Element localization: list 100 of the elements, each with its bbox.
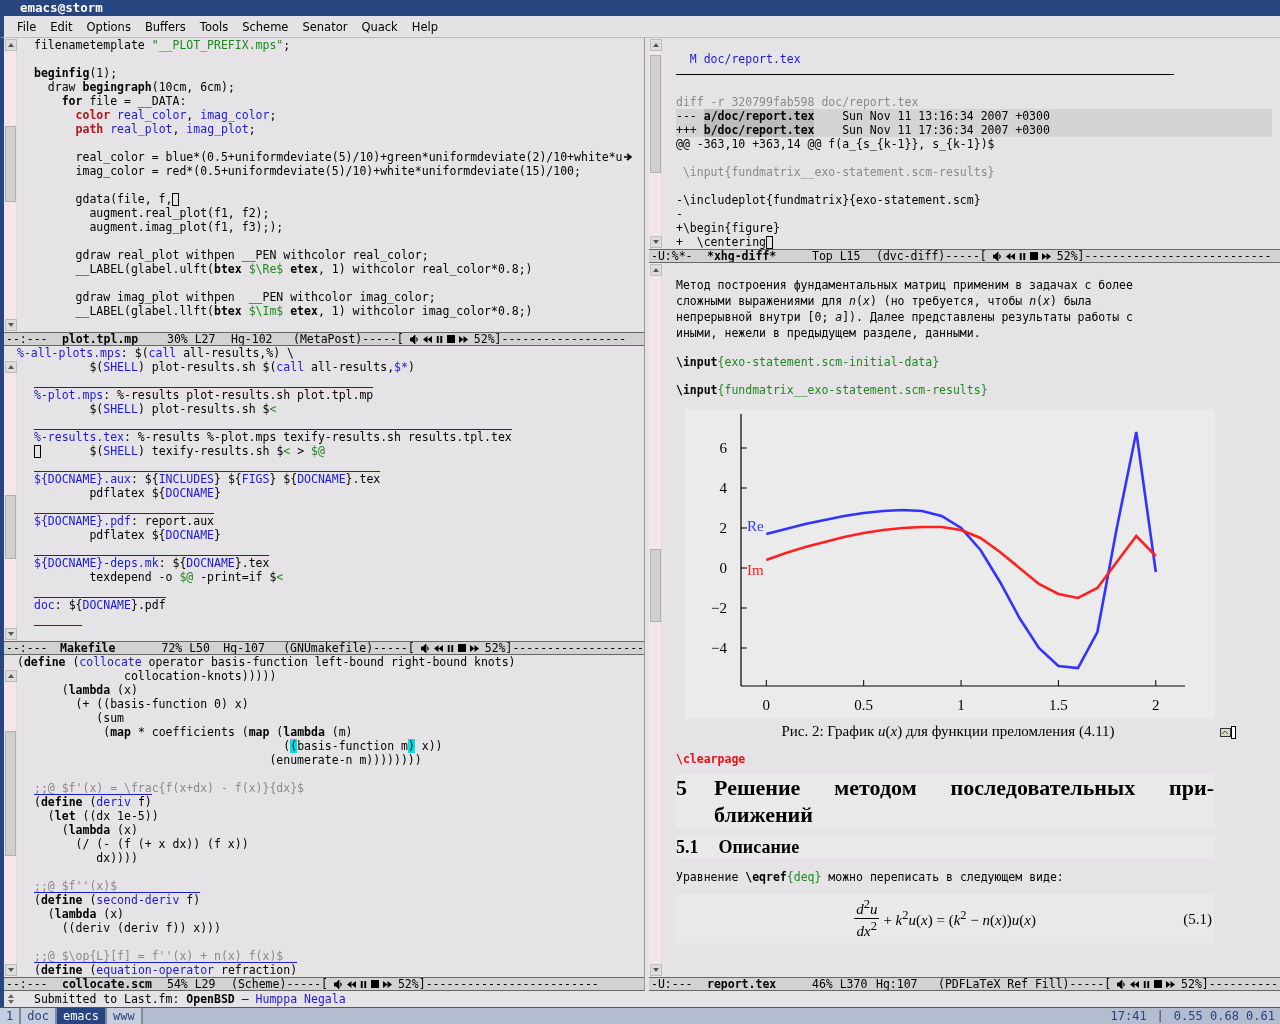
buffer-name: Makefile	[60, 642, 117, 654]
scroll-arrows-icon[interactable]	[6, 992, 16, 1006]
section-number: 5	[676, 774, 688, 802]
stop-icon[interactable]	[370, 980, 379, 988]
equation: d$^{2}$u dx$^{2}$ + k$^{2}$u(x) = (k$^{2}$ − n(x))u(x)	[854, 897, 1036, 940]
rewind-icon[interactable]	[346, 979, 356, 989]
code-line: doc: ${DOCNAME}.pdf	[34, 598, 166, 612]
speaker-icon[interactable]	[420, 643, 430, 653]
desktop-tab[interactable]: doc	[21, 1008, 57, 1024]
code-line: %-results.tex: %-results %-plot.mps texify-results.sh results.tpl.tex	[34, 430, 512, 444]
mode-line-flags: --:---	[5, 642, 49, 654]
mode-line-fill: -------------------	[512, 642, 644, 654]
speaker-icon[interactable]	[409, 334, 419, 344]
code-line: (define (second-deriv f)	[34, 893, 201, 907]
code-line: augment.real_plot(f1, f2);	[88, 206, 270, 220]
code-line: diff -r 320799fab598 doc/report.tex	[676, 95, 919, 109]
code-line: -\includeplot{fundmatrix}{exo-statement.scm}	[676, 193, 981, 207]
code-line: gdata(file, f,	[74, 192, 173, 206]
tick-label: 0	[719, 560, 727, 576]
desktop-tab[interactable]: 1	[0, 1008, 22, 1024]
code-line: beginfig(1);	[34, 66, 118, 80]
scrollbar[interactable]	[649, 263, 662, 977]
code-line: ${DOCNAME}-deps.mk: ${DOCNAME}.tex	[34, 556, 270, 570]
menu-item[interactable]: Tools	[192, 19, 236, 34]
scrollbar-thumb[interactable]	[650, 54, 661, 173]
fast-forward-icon[interactable]	[382, 979, 392, 989]
tick-label: −2	[711, 600, 727, 616]
rewind-icon[interactable]	[1130, 979, 1140, 989]
scrollbar-thumb[interactable]	[5, 126, 16, 202]
major-mode: (PDFLaTeX Ref Fill)-----[	[938, 978, 1112, 990]
menu-item[interactable]: Scheme	[235, 19, 296, 34]
paragraph: Уравнение \eqref{deq} можно переписать в следующем виде:	[676, 870, 1065, 884]
scrollbar[interactable]	[4, 38, 17, 332]
code-line: __LABEL(glabel.llft(btex $\Im$ etex, 1) withcolor imag_color*0.8;)	[74, 304, 533, 318]
pause-icon[interactable]	[446, 643, 454, 653]
stop-icon[interactable]	[446, 335, 455, 343]
text-cursor	[766, 235, 773, 249]
buffer-name: *xhg-diff*	[707, 250, 778, 262]
menu-item[interactable]: Options	[79, 19, 138, 34]
code-line: pdflatex ${DOCNAME}	[88, 486, 221, 500]
echo-message: Submitted to Last.fm: OpenBSD — Humppa Negala	[34, 992, 346, 1006]
scrollbar[interactable]	[4, 360, 17, 641]
preview-icon[interactable]	[1220, 724, 1236, 739]
speaker-icon[interactable]	[992, 251, 1002, 261]
code-line: filenametemplate "__PLOT_PREFIX.mps";	[34, 38, 291, 52]
fast-forward-icon[interactable]	[1166, 979, 1176, 989]
section-title: Решение методом последовательных при- ближений	[714, 774, 1214, 828]
menu-item[interactable]: File	[10, 19, 44, 34]
major-mode: (dvc-diff)-----[	[876, 250, 987, 262]
pause-icon[interactable]	[1018, 251, 1026, 261]
fast-forward-icon[interactable]	[469, 643, 479, 653]
rewind-icon[interactable]	[1005, 251, 1015, 261]
track-link[interactable]: Humppa Negala	[255, 992, 346, 1006]
menu-item[interactable]: Quack	[354, 19, 405, 34]
major-mode: (Scheme)-----[	[231, 978, 328, 990]
stop-icon[interactable]	[1154, 980, 1163, 988]
code-line: imag_color = red*(0.5+uniformdeviate(5)/10)+white*uniformdeviate(15)/100;	[74, 164, 581, 178]
buffer-name: report.tex	[707, 978, 778, 990]
desktop-tab[interactable]: emacs	[56, 1008, 108, 1024]
pause-icon[interactable]	[435, 334, 443, 344]
version-control-status: Hg-107	[223, 642, 266, 654]
speaker-icon[interactable]	[333, 979, 343, 989]
code-line: +\begin{figure}	[676, 221, 780, 235]
scrollbar-thumb[interactable]	[5, 494, 16, 559]
scrollbar[interactable]	[649, 38, 662, 249]
menu-item[interactable]: Edit	[43, 19, 80, 34]
load-average: 0.55 0.68 0.61	[1172, 1008, 1276, 1024]
fast-forward-icon[interactable]	[1041, 251, 1051, 261]
code-line: __LABEL(glabel.ulft(btex $\Re$ etex, 1) withcolor real_color*0.8;)	[74, 262, 533, 276]
stop-icon[interactable]	[1029, 252, 1038, 260]
pause-icon[interactable]	[359, 979, 367, 989]
rewind-icon[interactable]	[433, 643, 443, 653]
volume-level: 52%]	[473, 333, 502, 345]
speaker-icon[interactable]	[1117, 979, 1127, 989]
mode-line-fill: -------------------------	[425, 978, 599, 990]
code-line: M doc/report.tex	[688, 52, 801, 66]
menu-item[interactable]: Buffers	[137, 19, 193, 34]
code-line: ;;@ $\op{L}[f] = f''(x) + n(x) f(x)$	[34, 949, 284, 963]
code-line: (map * coefficients (map (lambda (m)	[102, 725, 353, 739]
code-line: ;;@ $f'(x) = \frac{f(x+dx) - f(x)}{dx}$	[34, 781, 305, 795]
scrollbar[interactable]	[4, 669, 17, 977]
scrollbar-thumb[interactable]	[5, 730, 16, 856]
menu-item[interactable]: Help	[404, 19, 445, 34]
code-line: $(SHELL) plot-results.sh $(call all-results,$*)	[88, 360, 415, 374]
rewind-icon[interactable]	[422, 334, 432, 344]
code-line: (enumerate-n m))))))))	[268, 753, 422, 767]
mode-line-fill: ---------------------------	[1084, 250, 1272, 262]
code-line: collocation-knots)))))	[123, 669, 277, 683]
pause-icon[interactable]	[1143, 979, 1151, 989]
line-position: 54% L29	[167, 978, 217, 990]
code-line: color real_color, imag_color;	[74, 108, 277, 122]
code-line: (lambda (x)	[46, 907, 125, 921]
line-position: 30% L27	[167, 333, 217, 345]
scrollbar-thumb[interactable]	[650, 548, 661, 622]
stop-icon[interactable]	[457, 644, 466, 652]
code-line: $(SHELL) texify-results.sh $< > $@	[88, 444, 325, 458]
menu-item[interactable]: Senator	[295, 19, 355, 34]
desktop-tab[interactable]: www	[107, 1008, 143, 1024]
fast-forward-icon[interactable]	[458, 334, 468, 344]
code-line: pdflatex ${DOCNAME}	[88, 528, 221, 542]
